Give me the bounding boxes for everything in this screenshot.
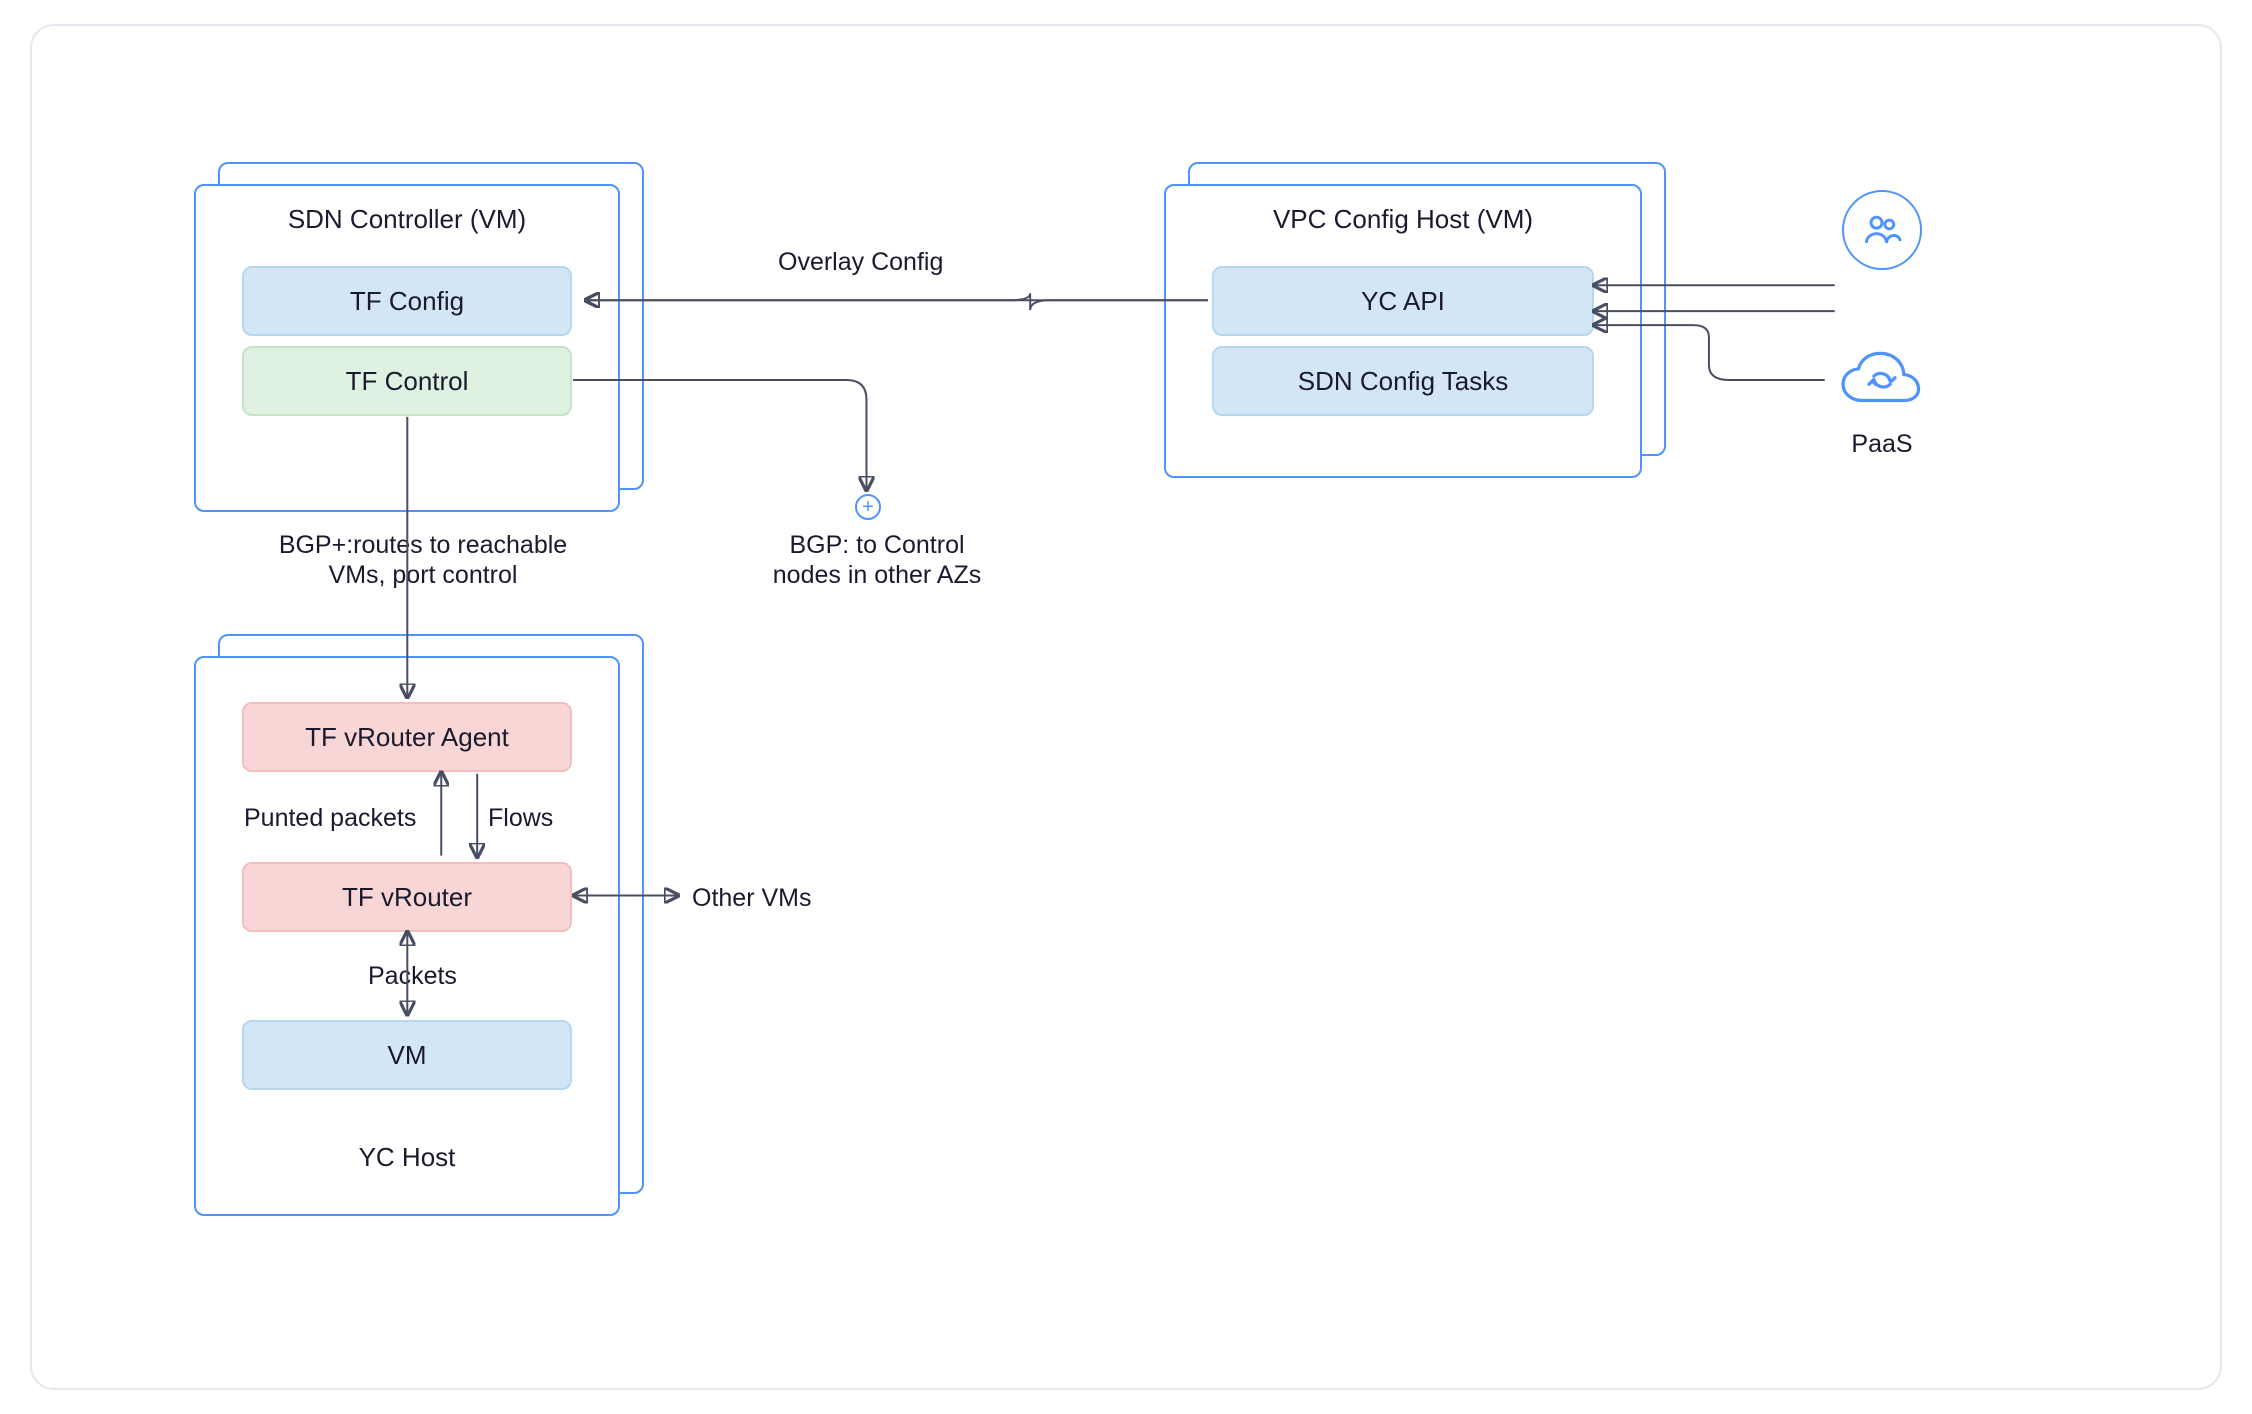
tf-control-box: TF Control [242, 346, 572, 416]
bgp-control-text: BGP: to Control nodes in other AZs [773, 531, 981, 589]
bgp-routes-text: BGP+:routes to reachable VMs, port contr… [279, 531, 567, 589]
tf-vrouter-label: TF vRouter [342, 882, 472, 913]
yc-api-label: YC API [1361, 286, 1445, 317]
packets-label: Packets [368, 962, 457, 991]
tf-config-label: TF Config [350, 286, 464, 317]
tf-vrouter-box: TF vRouter [242, 862, 572, 932]
sdn-config-tasks-label: SDN Config Tasks [1298, 366, 1509, 397]
vm-label: VM [388, 1040, 427, 1071]
cloud-sync-icon [1830, 346, 1934, 416]
plus-icon: + [855, 494, 881, 520]
sdn-controller-title: SDN Controller (VM) [196, 204, 618, 235]
flows-label: Flows [488, 804, 553, 833]
tf-config-box: TF Config [242, 266, 572, 336]
yc-api-box: YC API [1212, 266, 1594, 336]
punted-packets-label: Punted packets [244, 804, 416, 833]
bgp-control-label: BGP: to Control nodes in other AZs [762, 530, 992, 590]
bgp-routes-label: BGP+:routes to reachable VMs, port contr… [268, 530, 578, 590]
sdn-config-tasks-box: SDN Config Tasks [1212, 346, 1594, 416]
other-vms-label: Other VMs [692, 884, 811, 913]
diagram-frame: SDN Controller (VM) TF Config TF Control… [30, 24, 2222, 1390]
yc-host-title: YC Host [194, 1142, 620, 1173]
tf-control-label: TF Control [346, 366, 469, 397]
tf-vrouter-agent-box: TF vRouter Agent [242, 702, 572, 772]
vm-box: VM [242, 1020, 572, 1090]
overlay-config-label: Overlay Config [778, 248, 943, 277]
users-icon [1842, 190, 1922, 270]
diagram-stage: SDN Controller (VM) TF Config TF Control… [32, 26, 2220, 1388]
vpc-config-title: VPC Config Host (VM) [1166, 204, 1640, 235]
tf-vrouter-agent-label: TF vRouter Agent [305, 722, 509, 753]
paas-label: PaaS [1842, 430, 1922, 459]
